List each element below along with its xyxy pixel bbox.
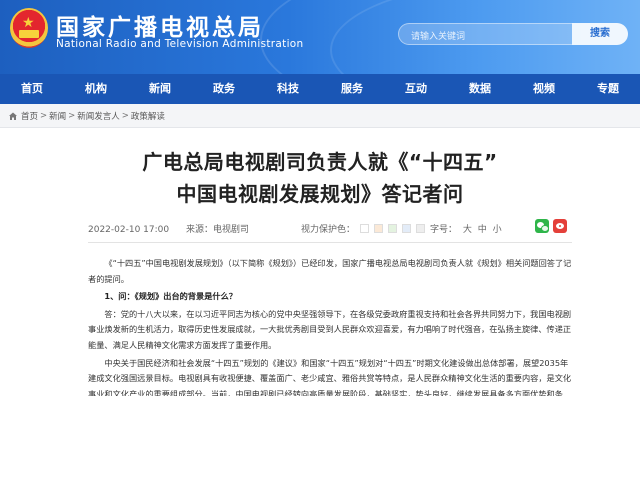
color-swatch-white[interactable] [360,224,370,233]
color-swatch-green[interactable] [388,224,398,233]
article-date: 2022-02-10 17:00 [88,225,170,235]
nav-item-video[interactable]: 视频 [512,74,576,104]
breadcrumb-separator: > [121,111,129,121]
breadcrumb-item-spokesperson[interactable]: 新闻发言人 [77,110,120,122]
home-icon [9,112,17,120]
font-size-large[interactable]: 大 [463,225,472,235]
site-name-cn[interactable]: 国家广播电视总局 [56,8,264,42]
font-size-medium[interactable]: 中 [478,225,487,235]
search-button[interactable]: 搜索 [572,23,628,45]
article-paragraph: 答：党的十八大以来，在以习近平同志为核心的党中央坚强领导下，在各级党委政府重视支… [88,308,572,350]
nav-item-news[interactable]: 新闻 [128,74,192,104]
article-body: 《“十四五”中国电视剧发展规划》（以下简称《规划》）已经印发，国家广播电视总局电… [88,256,574,398]
nav-item-services[interactable]: 服务 [320,74,384,104]
eye-care-label: 视力保护色： [301,225,356,235]
eye-care-color-picker: 视力保护色： [301,222,426,235]
article-source: 来源：电视剧司 [185,225,249,235]
nav-item-technology[interactable]: 科技 [256,74,320,104]
article-paragraph: 《“十四五”中国电视剧发展规划》（以下简称《规划》）已经印发，国家广播电视总局电… [88,258,572,284]
article-question: 1、问：《规划》出台的背景是什么？ [104,291,237,302]
article-title-line2: 中国电视剧发展规划》答记者问 [176,182,464,206]
site-header: ★ 国家广播电视总局 National Radio and Television… [0,0,640,74]
color-swatch-blue[interactable] [402,224,412,233]
weibo-share-icon[interactable] [553,219,567,233]
breadcrumb-separator: > [40,111,48,121]
breadcrumb-item-policy[interactable]: 政策解读 [131,110,165,122]
breadcrumb-item-news[interactable]: 新闻 [49,110,66,122]
search-input[interactable] [399,26,572,46]
color-swatch-gray[interactable] [416,224,426,233]
breadcrumb-item-home[interactable]: 首页 [21,110,38,122]
font-size-control: 字号： 大 中 小 [430,222,502,235]
nav-item-institutions[interactable]: 机构 [64,74,128,104]
nav-item-data[interactable]: 数据 [448,74,512,104]
nav-item-home[interactable]: 首页 [0,74,64,104]
font-size-small[interactable]: 小 [493,225,502,235]
nav-item-topics[interactable]: 专题 [576,74,640,104]
nav-item-interaction[interactable]: 互动 [384,74,448,104]
nav-item-government-affairs[interactable]: 政务 [192,74,256,104]
meta-divider [88,242,572,243]
site-name-en: National Radio and Television Administra… [56,38,304,50]
font-size-label: 字号： [430,225,458,235]
search-box [398,23,572,46]
national-emblem-icon[interactable]: ★ [10,8,48,48]
main-nav: 首页 机构 新闻 政务 科技 服务 互动 数据 视频 专题 [0,74,640,104]
article-paragraph: 中央关于国民经济和社会发展“十四五”规划的《建议》和国家“十四五”规划对“十四五… [88,357,572,396]
breadcrumb: 首页 > 新闻 > 新闻发言人 > 政策解读 [8,110,165,122]
breadcrumb-separator: > [68,111,76,121]
article-title-line1: 广电总局电视剧司负责人就《“十四五” [142,150,498,174]
wechat-share-icon[interactable] [535,219,549,233]
breadcrumb-bar: 首页 > 新闻 > 新闻发言人 > 政策解读 [0,104,640,128]
article-meta: 2022-02-10 17:00 来源：电视剧司 [88,222,249,235]
color-swatch-beige[interactable] [374,224,384,233]
